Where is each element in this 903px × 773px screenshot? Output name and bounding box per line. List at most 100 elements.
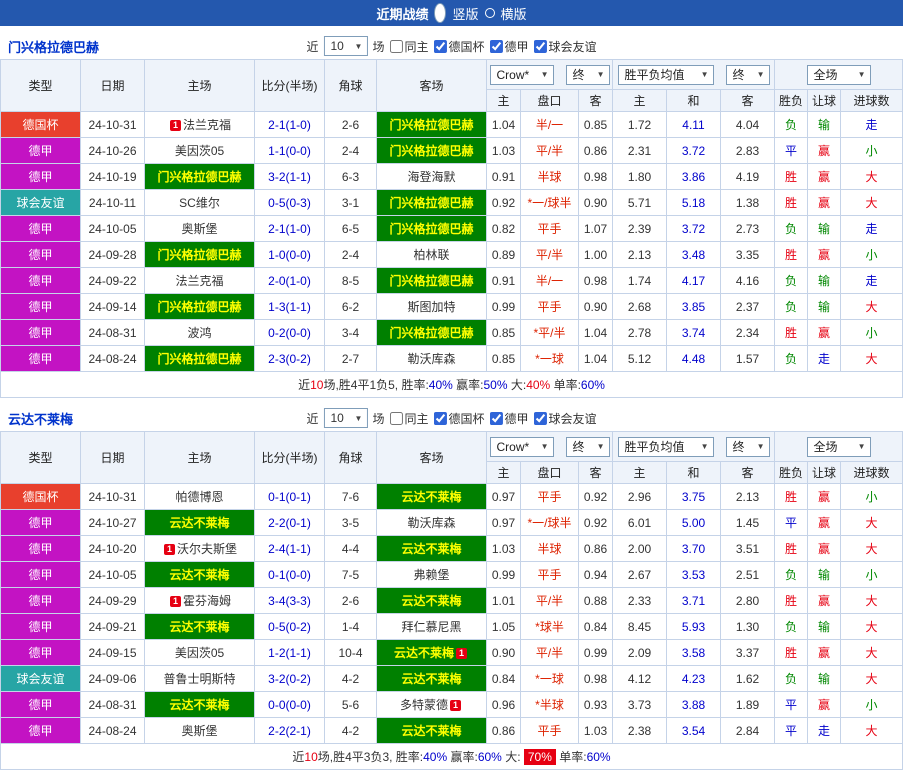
league-checkbox-input[interactable] [489,39,503,53]
full-match-select[interactable]: 全场 ▼ [806,64,871,85]
score-cell[interactable]: 1-3(1-1) [254,293,325,320]
result-cell: 负 [774,665,809,692]
league-checkbox-input[interactable] [489,411,503,425]
same-home-checkbox-input[interactable] [389,411,403,425]
score-cell[interactable]: 0-5(0-2) [254,613,325,640]
corner-cell: 2-7 [324,345,377,372]
handicap-cell: *一/球半 [520,509,579,536]
avg-home-cell: 2.38 [612,717,667,744]
score-cell[interactable]: 2-2(0-1) [254,509,325,536]
result-cell: 胜 [774,241,809,268]
handicap-result-cell: 赢 [807,587,842,614]
avg-draw-cell: 3.72 [666,215,721,242]
same-home-checkbox[interactable]: 同主 [389,410,429,427]
avg-home-cell: 2.96 [612,483,667,510]
same-home-checkbox-input[interactable] [389,39,403,53]
red-card-icon: 1 [169,596,181,607]
score-cell[interactable]: 0-1(0-1) [254,483,325,510]
away-team-cell: 海登海默 [376,163,487,190]
same-home-checkbox[interactable]: 同主 [389,38,429,55]
score-cell[interactable]: 0-2(0-0) [254,319,325,346]
friendly-checkbox-input[interactable] [533,411,547,425]
competition-badge: 德甲 [0,137,81,164]
horizontal-layout-label[interactable]: 横版 [501,4,527,23]
handicap-result-cell: 输 [807,561,842,588]
vertical-layout-label[interactable]: 竖版 [452,4,478,23]
handicap-result-cell: 输 [807,111,842,138]
avg-home-cell: 2.39 [612,215,667,242]
match-row: 德甲 24-08-31 波鸿 0-2(0-0) 3-4 门兴格拉德巴赫 0.85 *平/半 1.… [0,319,903,346]
handicap-result-cell: 输 [807,293,842,320]
odds-away-cell: 0.98 [578,267,613,294]
friendly-checkbox[interactable]: 球会友谊 [533,38,597,55]
wdl-average-select[interactable]: 胜平负均值 ▼ [617,64,714,85]
cup-checkbox-input[interactable] [433,411,447,425]
date-cell: 24-09-15 [80,639,145,666]
score-cell[interactable]: 0-1(0-0) [254,561,325,588]
score-cell[interactable]: 2-1(1-0) [254,111,325,138]
score-cell[interactable]: 2-1(1-0) [254,215,325,242]
summary-part: 大: [501,750,524,764]
wdl-average-select[interactable]: 胜平负均值 ▼ [617,436,714,457]
score-cell[interactable]: 2-4(1-1) [254,535,325,562]
final-avg-select[interactable]: 终 ▼ [725,436,770,457]
avg-away-cell: 2.84 [719,717,776,744]
away-team-cell: 弗赖堡 [376,561,487,588]
avg-draw-cell: 3.71 [666,587,721,614]
summary-part: 60% [580,378,605,392]
score-cell[interactable]: 2-3(0-2) [254,345,325,372]
date-cell: 24-08-31 [80,319,145,346]
cup-checkbox-input[interactable] [433,39,447,53]
final-odds-select[interactable]: 终 ▼ [565,64,610,85]
result-cell: 负 [774,267,809,294]
avg-draw-cell: 5.00 [666,509,721,536]
competition-badge: 德甲 [0,293,81,320]
match-count-select[interactable]: 10 ▼ [323,408,368,428]
competition-badge: 球会友谊 [0,665,81,692]
friendly-checkbox-input[interactable] [533,39,547,53]
away-team-cell: 云达不莱梅 [376,665,487,692]
result-cell: 平 [774,691,809,718]
cup-checkbox[interactable]: 德国杯 [433,38,485,55]
score-cell[interactable]: 2-0(1-0) [254,267,325,294]
final-odds-select[interactable]: 终 ▼ [565,436,610,457]
cup-checkbox[interactable]: 德国杯 [433,410,485,427]
score-cell[interactable]: 3-4(3-3) [254,587,325,614]
handicap-cell: 半球 [520,535,579,562]
result-cell: 胜 [774,535,809,562]
score-cell[interactable]: 2-2(2-1) [254,717,325,744]
score-cell[interactable]: 1-1(0-0) [254,137,325,164]
chevron-down-icon: ▼ [354,413,363,423]
score-cell[interactable]: 0-0(0-0) [254,691,325,718]
competition-badge: 德国杯 [0,483,81,510]
result-cell: 负 [774,345,809,372]
date-cell: 24-09-14 [80,293,145,320]
summary-part: 60% [477,750,502,764]
vertical-layout-radio[interactable] [434,3,447,23]
friendly-checkbox[interactable]: 球会友谊 [533,410,597,427]
competition-badge: 球会友谊 [0,189,81,216]
result-cell: 胜 [774,483,809,510]
avg-away-cell: 2.37 [719,293,776,320]
league-checkbox[interactable]: 德甲 [489,410,529,427]
league-checkbox[interactable]: 德甲 [489,38,529,55]
away-team-cell: 云达不莱梅 [376,587,487,614]
score-cell[interactable]: 0-5(0-3) [254,189,325,216]
score-cell[interactable]: 1-2(1-1) [254,639,325,666]
odds-company-select[interactable]: Crow* ▼ [489,436,554,457]
competition-badge: 德甲 [0,241,81,268]
match-count-select[interactable]: 10 ▼ [323,36,368,56]
score-cell[interactable]: 1-0(0-0) [254,241,325,268]
corner-cell: 8-5 [324,267,377,294]
score-cell[interactable]: 3-2(0-2) [254,665,325,692]
chevron-down-icon: ▼ [354,41,363,51]
avg-away-cell: 1.30 [719,613,776,640]
competition-badge: 德甲 [0,319,81,346]
final-avg-select[interactable]: 终 ▼ [725,64,770,85]
odds-company-select[interactable]: Crow* ▼ [489,64,554,85]
odds-home-cell: 1.01 [486,587,521,614]
horizontal-layout-radio[interactable] [484,8,495,18]
full-match-select[interactable]: 全场 ▼ [806,436,871,457]
score-cell[interactable]: 3-2(1-1) [254,163,325,190]
summary-row: 近10场,胜4平3负3, 胜率:40% 赢率:60% 大: 70% 单率:60% [0,743,903,770]
